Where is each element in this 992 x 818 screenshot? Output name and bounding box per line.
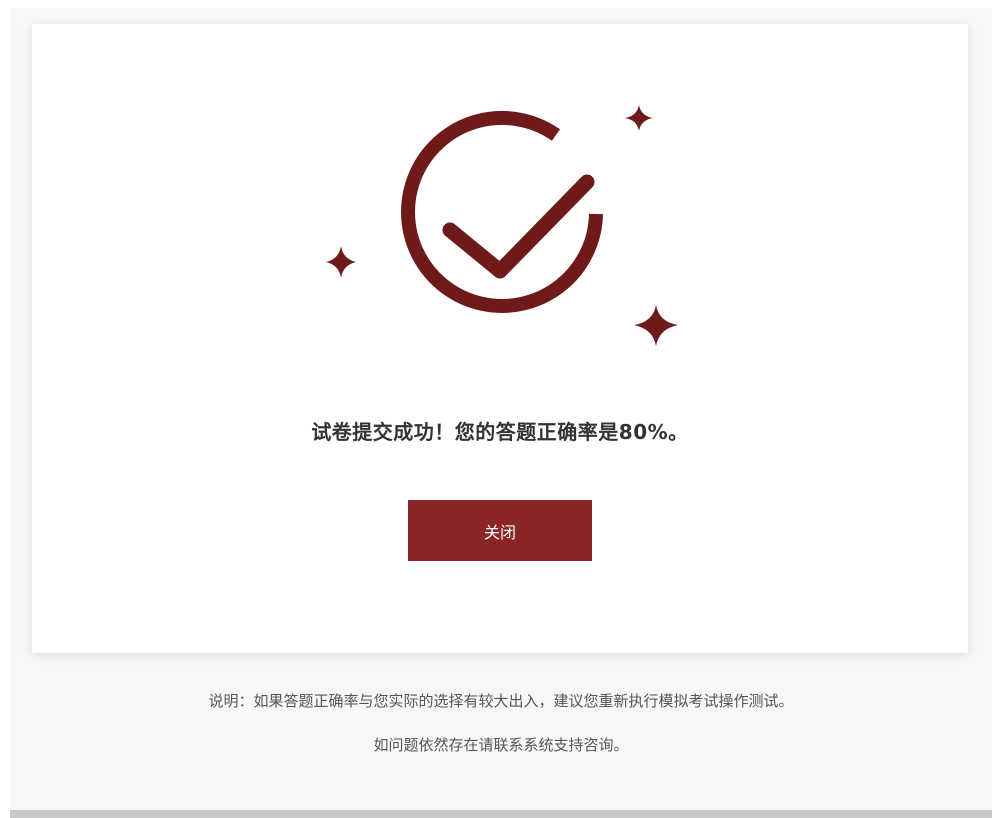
note-line-2: 如问题依然存在请联系系统支持咨询。 <box>373 736 629 754</box>
close-button[interactable]: 关闭 <box>408 500 592 561</box>
sparkle-icon <box>634 305 678 346</box>
check-circle-icon <box>401 110 603 313</box>
page-background: 试卷提交成功！您的答题正确率是80%。 关闭 说明：如果答题正确率与您实际的选择… <box>10 8 992 810</box>
bottom-divider <box>10 810 992 818</box>
result-card: 试卷提交成功！您的答题正确率是80%。 关闭 <box>32 24 968 653</box>
success-illustration <box>326 105 678 346</box>
result-message: 试卷提交成功！您的答题正确率是80%。 <box>311 420 689 444</box>
note-line-1: 说明：如果答题正确率与您实际的选择有较大出入，建议您重新执行模拟考试操作测试。 <box>208 692 794 710</box>
sparkle-icon <box>625 105 653 131</box>
sparkle-icon <box>326 246 356 278</box>
